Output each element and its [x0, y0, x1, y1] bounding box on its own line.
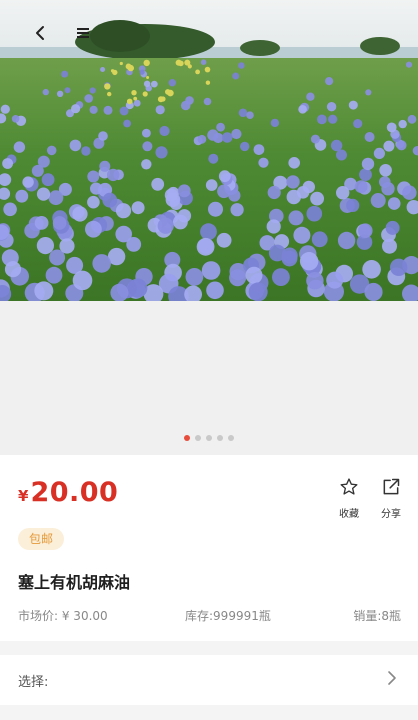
menu-button[interactable]: [68, 18, 98, 48]
currency-symbol: ¥: [18, 487, 29, 505]
shipping-badge: 包邮: [18, 528, 65, 550]
spec-select-row[interactable]: 选择:: [0, 655, 418, 705]
back-button[interactable]: [25, 18, 55, 48]
pagination-dot[interactable]: [184, 435, 190, 441]
pagination-dot[interactable]: [195, 435, 201, 441]
spec-select-label: 选择:: [18, 675, 49, 690]
favorite-button[interactable]: 收藏: [329, 477, 369, 520]
sales-count: 销量:8瓶: [353, 609, 401, 623]
favorite-label: 收藏: [339, 509, 359, 520]
back-arrow-icon: [36, 26, 44, 40]
section-divider: [0, 641, 418, 655]
price: ¥ 20.00: [18, 477, 118, 508]
pagination-dot[interactable]: [217, 435, 223, 441]
share-label: 分享: [381, 509, 401, 520]
chevron-right-icon: [388, 671, 396, 685]
bottom-spacer: [0, 705, 418, 720]
product-gallery[interactable]: [0, 0, 418, 455]
pagination-dot[interactable]: [206, 435, 212, 441]
product-photo: [0, 0, 418, 301]
product-info: ¥ 20.00 收藏 分享 包邮 塞上有机胡麻油 市场价: ¥ 30.00 库存…: [0, 455, 418, 641]
stock-count: 库存:999991瓶: [185, 609, 271, 623]
flax-field-image: [0, 0, 418, 301]
menu-icon: [77, 28, 89, 38]
star-icon: [340, 478, 358, 495]
market-price: 市场价: ¥ 30.00: [18, 609, 108, 623]
price-value: 20.00: [30, 477, 119, 508]
product-title: 塞上有机胡麻油: [18, 573, 131, 592]
pagination-dot[interactable]: [228, 435, 234, 441]
share-icon: [383, 478, 400, 495]
gallery-pagination: [0, 435, 418, 441]
share-button[interactable]: 分享: [371, 477, 411, 520]
